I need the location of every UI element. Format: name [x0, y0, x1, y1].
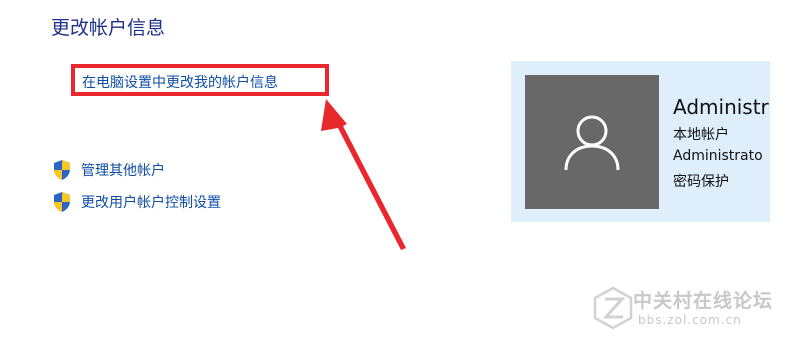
section-title: 更改帐户信息: [51, 17, 166, 39]
account-id: Administrato: [673, 148, 763, 164]
account-card: Administr 本地帐户 Administrato 密码保护: [511, 61, 770, 222]
watermark-url: bbs.zol.com.cn: [638, 313, 742, 327]
account-name: Administr: [673, 95, 769, 119]
password-status: 密码保护: [673, 174, 729, 190]
account-type: 本地帐户: [673, 127, 729, 143]
uac-shield-icon: [54, 160, 70, 180]
manage-other-accounts-link[interactable]: 管理其他帐户: [81, 160, 165, 180]
task-change-uac-settings[interactable]: 更改用户帐户控制设置: [52, 191, 221, 213]
uac-shield-icon: [54, 192, 70, 212]
zol-logo-icon: [593, 286, 633, 330]
change-account-info-link[interactable]: 在电脑设置中更改我的帐户信息: [82, 72, 278, 92]
watermark: 中关村在线论坛 bbs.zol.com.cn: [589, 284, 789, 334]
avatar: [525, 75, 659, 209]
task-manage-other-accounts[interactable]: 管理其他帐户: [52, 159, 165, 181]
user-icon: [564, 115, 620, 171]
change-uac-settings-link[interactable]: 更改用户帐户控制设置: [81, 192, 221, 212]
watermark-title: 中关村在线论坛: [633, 290, 774, 312]
